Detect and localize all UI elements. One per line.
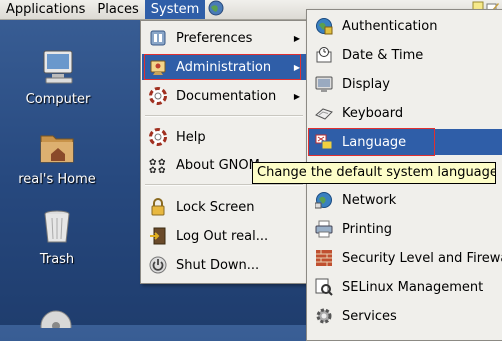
menu-item-services[interactable]: Services [308,303,502,329]
menu-item-help[interactable]: Help [142,124,306,150]
annotation-box-language [308,128,435,156]
system-menu[interactable]: System [144,0,206,19]
desktop-icon-computer[interactable]: Computer [15,48,101,107]
preferences-icon [148,28,168,48]
menu-item-printing[interactable]: Printing [308,216,502,242]
documentation-icon [148,86,168,106]
menu-item-shut-down[interactable]: Shut Down... [142,252,306,278]
menu-separator [145,184,303,186]
applications-menu[interactable]: Applications [0,0,91,19]
menu-item-authentication[interactable]: Authentication [308,13,502,39]
menu-item-log-out[interactable]: Log Out real... [142,223,306,249]
printer-icon [314,219,334,239]
help-icon [148,127,168,147]
svg-text:✿: ✿ [158,166,166,174]
chevron-right-icon: ▶ [293,91,300,101]
trash-icon [14,208,100,250]
network-browser-launcher[interactable] [205,0,227,19]
security-icon [314,248,334,268]
lock-icon [148,197,168,217]
desktop-icon-trash[interactable]: Trash [14,208,100,267]
menu-item-selinux[interactable]: SELinux Management [308,274,502,300]
shutdown-icon [148,255,168,275]
menu-item-display[interactable]: Display [308,71,502,97]
menu-item-preferences[interactable]: Preferences ▶ [142,25,306,51]
display-icon [314,74,334,94]
logout-icon [148,226,168,246]
menu-item-lock-screen[interactable]: Lock Screen [142,194,306,220]
home-folder-icon [14,128,100,170]
menu-item-date-time[interactable]: Date & Time [308,42,502,68]
annotation-box-administration [144,54,301,80]
menu-item-security-level[interactable]: Security Level and Firewall [308,245,502,271]
menu-item-network[interactable]: Network [308,187,502,213]
authentication-icon [314,16,334,36]
svg-text:✿: ✿ [149,166,157,174]
date-time-icon [314,45,334,65]
places-menu[interactable]: Places [91,0,144,19]
system-menu-dropdown: Preferences ▶ Administration ▶ Documenta… [140,20,308,284]
selinux-icon [314,277,334,297]
computer-icon [15,48,101,90]
globe-icon [208,0,224,20]
tooltip: Change the default system language [252,162,496,184]
services-icon [314,306,334,326]
chevron-right-icon: ▶ [293,33,300,43]
desktop-icon-home[interactable]: real's Home [14,128,100,187]
menu-item-keyboard[interactable]: Keyboard [308,100,502,126]
keyboard-icon [314,103,334,123]
menu-item-documentation[interactable]: Documentation ▶ [142,83,306,109]
about-gnome-icon: ✿ ✿ ✿ ✿ [148,155,168,175]
menu-separator [145,115,303,117]
network-icon [314,190,334,210]
cd-drive-icon[interactable] [38,308,74,341]
